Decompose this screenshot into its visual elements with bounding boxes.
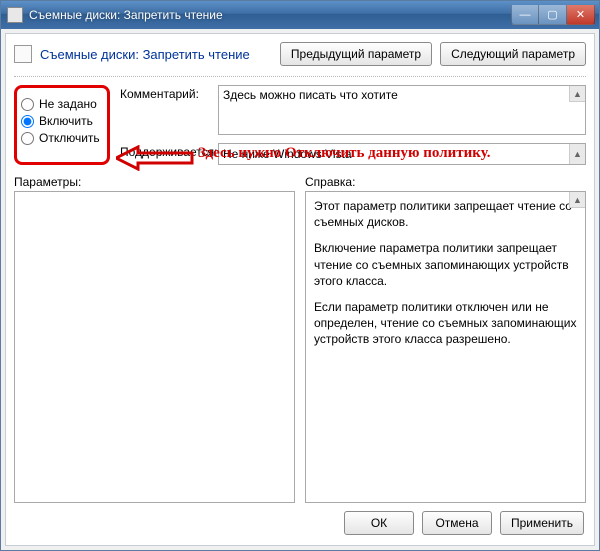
nav-buttons: Предыдущий параметр Следующий параметр bbox=[280, 42, 586, 66]
lower-panels: Параметры: Справка: Этот параметр полити… bbox=[14, 175, 586, 503]
policy-icon bbox=[14, 45, 32, 63]
radio-not-configured-input[interactable] bbox=[21, 98, 34, 111]
support-row: Поддерживается: Не ниже Windows Vista ▲ bbox=[120, 143, 586, 165]
radio-enabled-label: Включить bbox=[39, 114, 93, 128]
radio-enabled-input[interactable] bbox=[21, 115, 34, 128]
previous-setting-button[interactable]: Предыдущий параметр bbox=[280, 42, 432, 66]
next-setting-button[interactable]: Следующий параметр bbox=[440, 42, 586, 66]
policy-editor-window: Съемные диски: Запретить чтение — ▢ ✕ Съ… bbox=[0, 0, 600, 551]
support-label: Поддерживается: bbox=[120, 143, 210, 159]
params-column: Параметры: bbox=[14, 175, 295, 503]
window-title: Съемные диски: Запретить чтение bbox=[29, 8, 511, 22]
help-paragraph-2: Включение параметра политики запрещает ч… bbox=[314, 240, 577, 289]
scroll-up-icon[interactable]: ▲ bbox=[569, 144, 585, 164]
comment-row: Комментарий: Здесь можно писать что хоти… bbox=[120, 85, 586, 135]
comment-value: Здесь можно писать что хотите bbox=[223, 88, 398, 102]
help-paragraph-1: Этот параметр политики запрещает чтение … bbox=[314, 198, 577, 230]
header-row: Съемные диски: Запретить чтение Предыдущ… bbox=[14, 42, 586, 66]
params-box bbox=[14, 191, 295, 503]
help-paragraph-3: Если параметр политики отключен или не о… bbox=[314, 299, 577, 348]
window-controls: — ▢ ✕ bbox=[511, 5, 595, 25]
close-button[interactable]: ✕ bbox=[567, 5, 595, 25]
footer-buttons: ОК Отмена Применить bbox=[14, 503, 586, 537]
comment-label: Комментарий: bbox=[120, 85, 210, 101]
content-area: Съемные диски: Запретить чтение Предыдущ… bbox=[5, 33, 595, 546]
support-value: Не ниже Windows Vista bbox=[223, 147, 352, 161]
comment-input[interactable]: Здесь можно писать что хотите ▲ bbox=[218, 85, 586, 135]
divider bbox=[14, 76, 586, 77]
radio-disabled-input[interactable] bbox=[21, 132, 34, 145]
scroll-up-icon[interactable]: ▲ bbox=[569, 192, 585, 208]
policy-title: Съемные диски: Запретить чтение bbox=[40, 47, 272, 62]
maximize-button[interactable]: ▢ bbox=[539, 5, 567, 25]
help-title: Справка: bbox=[305, 175, 586, 189]
minimize-button[interactable]: — bbox=[511, 5, 539, 25]
fields-column: Комментарий: Здесь можно писать что хоти… bbox=[120, 85, 586, 165]
radio-group-highlight: Не задано Включить Отключить bbox=[14, 85, 110, 165]
mid-section: Не задано Включить Отключить Комментарий… bbox=[14, 85, 586, 165]
radio-not-configured-label: Не задано bbox=[39, 97, 97, 111]
radio-disabled[interactable]: Отключить bbox=[21, 131, 99, 145]
radio-disabled-label: Отключить bbox=[39, 131, 100, 145]
scroll-up-icon[interactable]: ▲ bbox=[569, 86, 585, 102]
cancel-button[interactable]: Отмена bbox=[422, 511, 492, 535]
support-box: Не ниже Windows Vista ▲ bbox=[218, 143, 586, 165]
ok-button[interactable]: ОК bbox=[344, 511, 414, 535]
radio-enabled[interactable]: Включить bbox=[21, 114, 99, 128]
radio-not-configured[interactable]: Не задано bbox=[21, 97, 99, 111]
help-box: Этот параметр политики запрещает чтение … bbox=[305, 191, 586, 503]
params-title: Параметры: bbox=[14, 175, 295, 189]
help-column: Справка: Этот параметр политики запрещае… bbox=[305, 175, 586, 503]
apply-button[interactable]: Применить bbox=[500, 511, 584, 535]
app-icon bbox=[7, 7, 23, 23]
titlebar[interactable]: Съемные диски: Запретить чтение — ▢ ✕ bbox=[1, 1, 599, 29]
